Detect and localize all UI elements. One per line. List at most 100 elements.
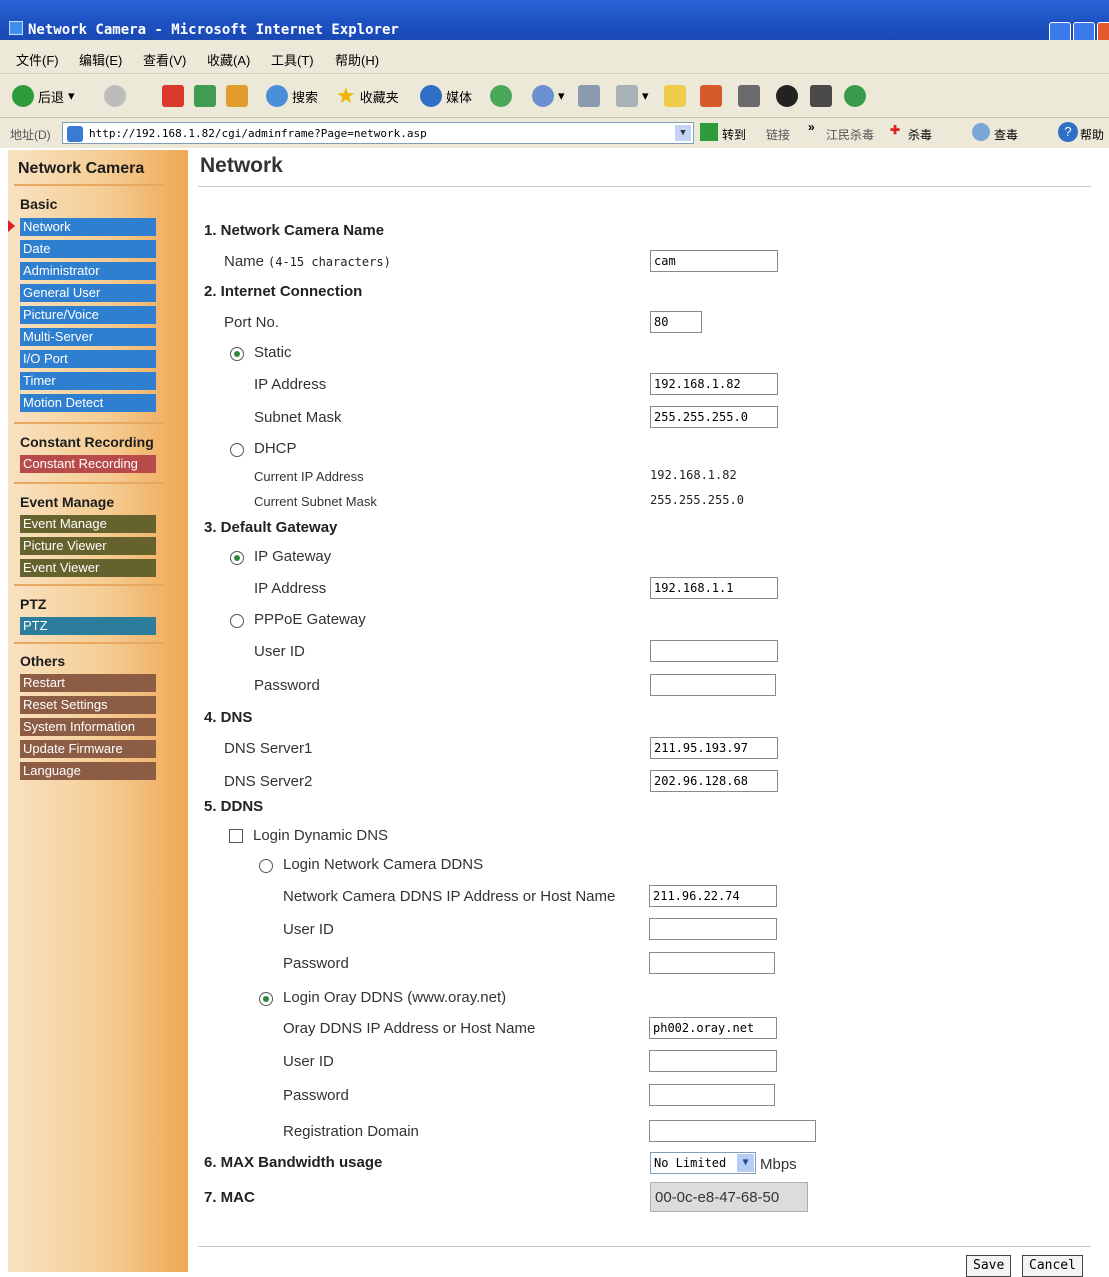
sidebar-item-multi-server[interactable]: Multi-Server bbox=[20, 328, 156, 346]
bandwidth-select[interactable]: No Limited ▼ bbox=[650, 1152, 756, 1174]
dns-server1-input[interactable]: 211.95.193.97 bbox=[650, 737, 778, 759]
ext-kill[interactable]: 杀毒 bbox=[908, 126, 932, 143]
cancel-button[interactable]: Cancel bbox=[1022, 1255, 1083, 1277]
sidebar-item-system-information[interactable]: System Information bbox=[20, 718, 156, 736]
plugin-button-2[interactable] bbox=[738, 84, 760, 108]
oray-password-input[interactable] bbox=[649, 1084, 775, 1106]
port-input[interactable]: 80 bbox=[650, 311, 702, 333]
print-button[interactable] bbox=[578, 84, 600, 108]
mail-button[interactable]: ▾ bbox=[532, 84, 565, 108]
pppoe-gateway-radio[interactable] bbox=[230, 614, 244, 628]
sidebar-heading-basic: Basic bbox=[20, 196, 58, 212]
plugin-button-3[interactable] bbox=[810, 84, 832, 108]
save-button[interactable]: Save bbox=[966, 1255, 1012, 1277]
oray-user-input[interactable] bbox=[649, 1050, 777, 1072]
menu-view[interactable]: 查看(V) bbox=[143, 50, 186, 69]
login-ddns-checkbox[interactable] bbox=[229, 829, 243, 843]
search-button[interactable]: 搜索 bbox=[266, 84, 318, 108]
sidebar-item-picture-voice[interactable]: Picture/Voice bbox=[20, 306, 156, 324]
ip-gateway-radio[interactable] bbox=[230, 551, 244, 565]
address-dropdown-icon[interactable]: ▼ bbox=[675, 125, 691, 141]
menu-edit[interactable]: 编辑(E) bbox=[79, 50, 122, 69]
pppoe-password-input[interactable] bbox=[650, 674, 776, 696]
sidebar-divider bbox=[14, 584, 164, 586]
forward-button[interactable] bbox=[104, 84, 126, 108]
bandwidth-unit: Mbps bbox=[760, 1156, 797, 1173]
menu-favorites[interactable]: 收藏(A) bbox=[207, 50, 250, 69]
sidebar-item-date[interactable]: Date bbox=[20, 240, 156, 258]
media-label: 媒体 bbox=[446, 89, 473, 105]
home-icon bbox=[226, 85, 248, 107]
sidebar-item-motion-detect[interactable]: Motion Detect bbox=[20, 394, 156, 412]
dns-server2-label: DNS Server2 bbox=[224, 773, 313, 790]
home-button[interactable] bbox=[226, 84, 248, 108]
media-button[interactable]: 媒体 bbox=[420, 84, 472, 108]
oray-ddns-radio[interactable] bbox=[259, 992, 273, 1006]
plugin-button-1[interactable] bbox=[700, 84, 722, 108]
static-radio[interactable] bbox=[230, 347, 244, 361]
gateway-ip-input[interactable]: 192.168.1.1 bbox=[650, 577, 778, 599]
camera-ddns-password-label: Password bbox=[283, 955, 349, 972]
main-content: Network 1. Network Camera Name Name (4-1… bbox=[188, 150, 1109, 1277]
camera-ddns-radio[interactable] bbox=[259, 859, 273, 873]
gateway-ip-label: IP Address bbox=[254, 580, 327, 597]
messenger-button[interactable] bbox=[844, 84, 866, 108]
history-button[interactable] bbox=[490, 84, 512, 108]
dns-server2-input[interactable]: 202.96.128.68 bbox=[650, 770, 778, 792]
favorites-button[interactable]: ★ 收藏夹 bbox=[336, 83, 399, 108]
media-icon bbox=[420, 85, 442, 107]
sidebar-item-general-user[interactable]: General User bbox=[20, 284, 156, 302]
ext-jiangmin[interactable]: 江民杀毒 bbox=[826, 126, 874, 143]
sidebar-item-network[interactable]: Network bbox=[20, 218, 156, 236]
sidebar-item-picture-viewer[interactable]: Picture Viewer bbox=[20, 537, 156, 555]
menu-bar: 文件(F) 编辑(E) 查看(V) 收藏(A) 工具(T) 帮助(H) bbox=[0, 40, 1109, 74]
pppoe-user-input[interactable] bbox=[650, 640, 778, 662]
menu-tools[interactable]: 工具(T) bbox=[271, 50, 314, 69]
ip-address-input[interactable]: 192.168.1.82 bbox=[650, 373, 778, 395]
sidebar-item-io-port[interactable]: I/O Port bbox=[20, 350, 156, 368]
sidebar-item-constant-recording[interactable]: Constant Recording bbox=[20, 455, 156, 473]
section-max-bandwidth: 6. MAX Bandwidth usage bbox=[204, 1154, 383, 1171]
messenger-icon bbox=[844, 85, 866, 107]
dhcp-radio[interactable] bbox=[230, 443, 244, 457]
sidebar-item-event-viewer[interactable]: Event Viewer bbox=[20, 559, 156, 577]
sidebar-item-reset-settings[interactable]: Reset Settings bbox=[20, 696, 156, 714]
go-arrow-icon[interactable] bbox=[700, 123, 718, 141]
ext-check[interactable]: 查毒 bbox=[994, 126, 1018, 143]
registration-domain-input[interactable] bbox=[649, 1120, 816, 1142]
sidebar-item-ptz[interactable]: PTZ bbox=[20, 617, 156, 635]
stop-button[interactable] bbox=[162, 84, 184, 108]
links-label[interactable]: 链接 bbox=[766, 126, 790, 143]
discuss-button[interactable] bbox=[664, 84, 686, 108]
ext-help[interactable]: 帮助 bbox=[1080, 126, 1104, 143]
camera-ddns-host-input[interactable]: 211.96.22.74 bbox=[649, 885, 777, 907]
camera-ddns-password-input[interactable] bbox=[649, 952, 775, 974]
sidebar-item-restart[interactable]: Restart bbox=[20, 674, 156, 692]
subnet-mask-input[interactable]: 255.255.255.0 bbox=[650, 406, 778, 428]
sidebar-item-event-manage[interactable]: Event Manage bbox=[20, 515, 156, 533]
refresh-button[interactable] bbox=[194, 84, 216, 108]
qq-button[interactable] bbox=[776, 84, 798, 108]
go-button[interactable]: 转到 bbox=[722, 126, 746, 143]
sidebar-item-timer[interactable]: Timer bbox=[20, 372, 156, 390]
calculator-icon bbox=[810, 85, 832, 107]
camera-ddns-user-input[interactable] bbox=[649, 918, 777, 940]
sidebar-item-update-firmware[interactable]: Update Firmware bbox=[20, 740, 156, 758]
sidebar-item-language[interactable]: Language bbox=[20, 762, 156, 780]
oray-host-input[interactable]: ph002.oray.net bbox=[649, 1017, 777, 1039]
menu-help[interactable]: 帮助(H) bbox=[335, 50, 379, 69]
camera-name-input[interactable]: cam bbox=[650, 250, 778, 272]
sidebar-heading-ptz: PTZ bbox=[20, 596, 47, 612]
edit-button[interactable]: ▾ bbox=[616, 84, 649, 108]
mail-icon bbox=[532, 85, 554, 107]
address-input[interactable]: http://192.168.1.82/cgi/adminframe?Page=… bbox=[62, 122, 694, 144]
back-dropdown-icon: ▾ bbox=[68, 88, 75, 103]
oray-ddns-label: Login Oray DDNS (www.oray.net) bbox=[283, 989, 507, 1006]
address-label: 地址(D) bbox=[10, 128, 51, 142]
forward-arrow-icon bbox=[104, 85, 126, 107]
camera-ddns-user-label: User ID bbox=[283, 921, 334, 938]
back-button[interactable]: 后退 ▾ bbox=[12, 84, 75, 108]
links-chevron-icon[interactable]: » bbox=[808, 120, 815, 134]
sidebar-item-administrator[interactable]: Administrator bbox=[20, 262, 156, 280]
menu-file[interactable]: 文件(F) bbox=[16, 50, 59, 69]
